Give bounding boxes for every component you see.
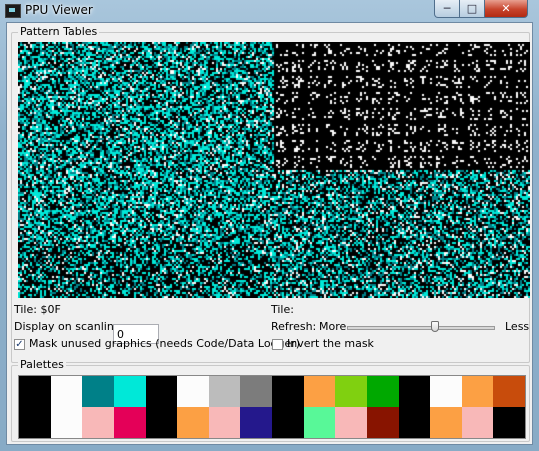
pattern-table-view[interactable]	[18, 42, 530, 298]
palette-swatch[interactable]	[335, 407, 367, 438]
palette-swatch[interactable]	[493, 376, 525, 407]
palettes-group: Palettes	[11, 358, 530, 442]
refresh-slider-track[interactable]	[347, 326, 495, 330]
refresh-slider-thumb[interactable]	[430, 321, 439, 332]
mask-unused-checkbox[interactable]: ✓	[14, 339, 25, 350]
palette-swatch[interactable]	[113, 407, 146, 438]
palette-swatch[interactable]	[366, 376, 399, 407]
palette-swatch[interactable]	[208, 376, 241, 407]
palettes-heading: Palettes	[18, 358, 66, 371]
palette-swatch[interactable]	[145, 376, 178, 407]
right-tile-label: Tile:	[271, 303, 294, 316]
palette-swatch[interactable]	[335, 376, 367, 407]
minimize-icon: ─	[443, 2, 451, 15]
palette-swatch[interactable]	[19, 376, 51, 407]
maximize-icon: □	[466, 2, 478, 15]
palette-swatch[interactable]	[177, 407, 209, 438]
palette-swatch[interactable]	[145, 407, 178, 438]
palette-swatch[interactable]	[398, 407, 431, 438]
palette-swatch[interactable]	[50, 376, 83, 407]
pattern-tables-heading: Pattern Tables	[18, 25, 100, 38]
palette-swatch[interactable]	[82, 407, 114, 438]
palette-swatch[interactable]	[177, 376, 209, 407]
palette-swatch[interactable]	[461, 407, 494, 438]
palette-swatch[interactable]	[208, 407, 241, 438]
maximize-button[interactable]: □	[459, 0, 485, 18]
palette-swatch[interactable]	[272, 407, 304, 438]
palette-swatch[interactable]	[50, 407, 83, 438]
check-icon: ✓	[15, 339, 24, 350]
pattern-tables-group: Pattern Tables Tile: $0F Display on scan…	[11, 25, 530, 363]
close-button[interactable]: ✕	[484, 0, 528, 18]
palette-swatch[interactable]	[430, 376, 462, 407]
refresh-more-label: More	[319, 320, 347, 333]
palette-swatch[interactable]	[240, 376, 272, 407]
palette-strip[interactable]	[18, 375, 526, 439]
palette-swatch[interactable]	[430, 407, 462, 438]
palette-swatch[interactable]	[366, 407, 399, 438]
refresh-less-label: Less	[505, 320, 530, 333]
refresh-label: Refresh:	[271, 320, 317, 333]
palette-swatch[interactable]	[303, 376, 336, 407]
minimize-button[interactable]: ─	[434, 0, 460, 18]
palette-swatch[interactable]	[240, 407, 272, 438]
palette-swatch[interactable]	[82, 376, 114, 407]
left-tile-label: Tile: $0F	[14, 303, 61, 316]
mask-unused-label: Mask unused graphics (needs Code/Data Lo…	[29, 337, 301, 350]
palette-swatch[interactable]	[303, 407, 336, 438]
palette-swatch[interactable]	[113, 376, 146, 407]
palette-swatch[interactable]	[398, 376, 431, 407]
palette-swatch[interactable]	[461, 376, 494, 407]
window-title: PPU Viewer	[25, 3, 93, 17]
palette-swatch[interactable]	[272, 376, 304, 407]
title-bar: PPU Viewer ─ □ ✕	[0, 0, 539, 22]
window-client-area: Pattern Tables Tile: $0F Display on scan…	[6, 22, 533, 445]
palette-swatch[interactable]	[19, 407, 51, 438]
close-icon: ✕	[501, 2, 511, 15]
palette-swatch[interactable]	[493, 407, 525, 438]
invert-mask-checkbox[interactable]	[272, 339, 283, 350]
app-icon	[5, 4, 21, 18]
scanline-label: Display on scanline:	[14, 320, 125, 333]
invert-mask-label: Invert the mask	[287, 337, 374, 350]
pattern-table-canvas[interactable]	[18, 42, 530, 298]
